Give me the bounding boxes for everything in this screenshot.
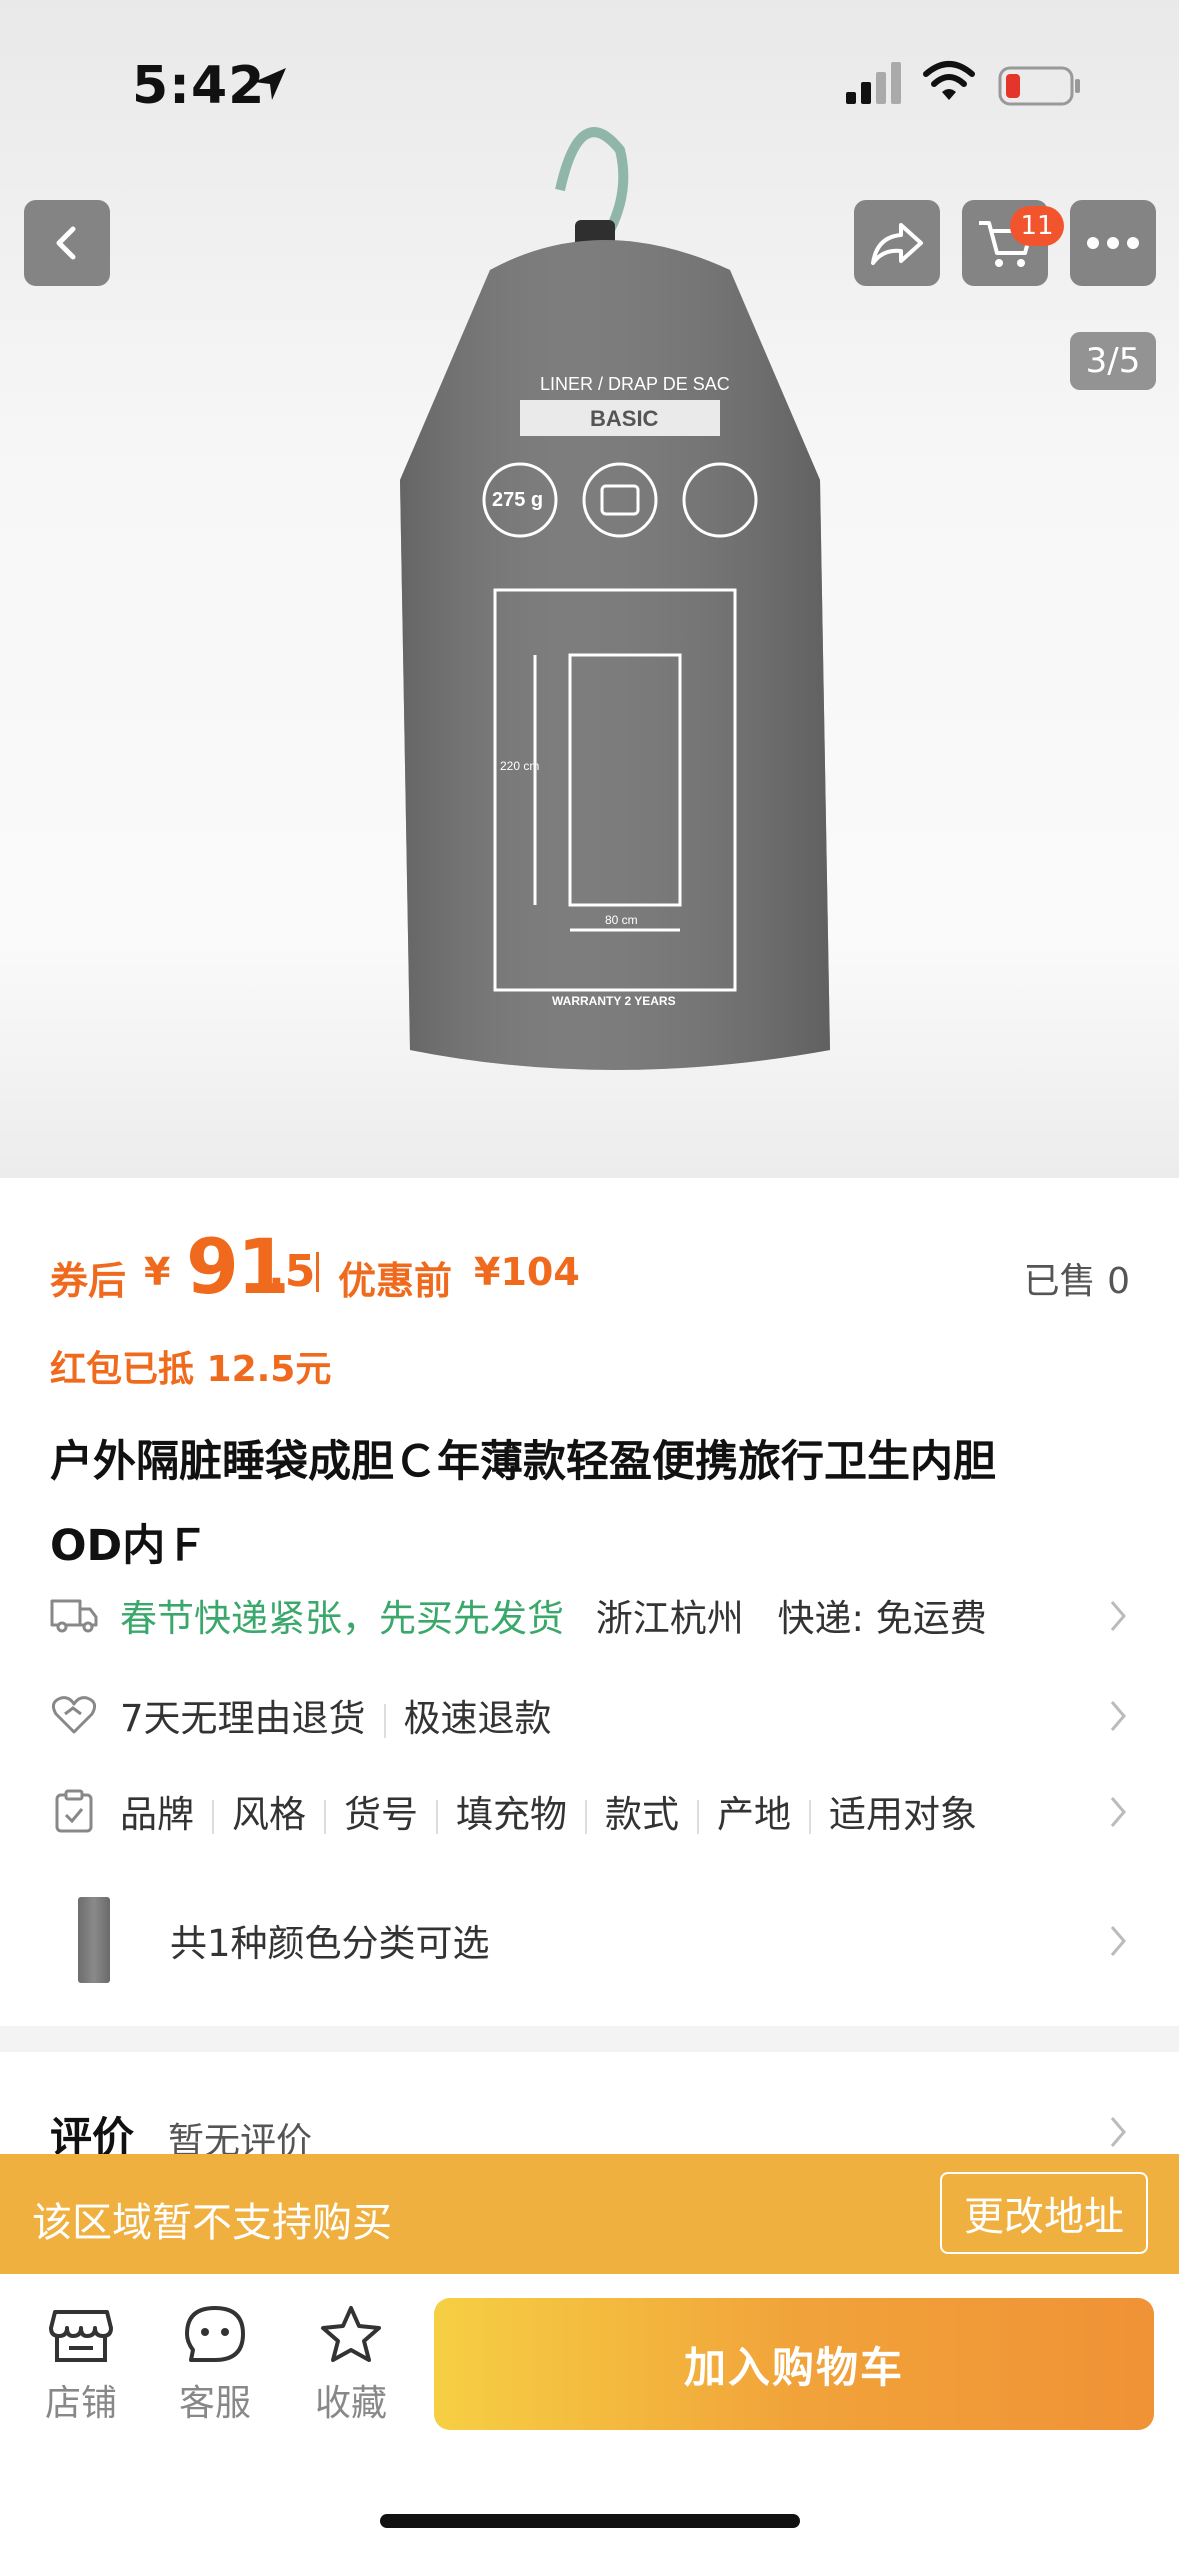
chevron-right-icon xyxy=(1110,2117,1126,2147)
sold-count: 已售 0 xyxy=(1023,1261,1130,1302)
svg-text:220 cm: 220 cm xyxy=(500,759,539,773)
store-label: 店铺 xyxy=(44,2383,117,2424)
review-row[interactable]: 评价 暂无评价 xyxy=(50,2100,1130,2162)
param-brand: 品牌 xyxy=(120,1793,194,1836)
heart-shield-icon xyxy=(50,1691,98,1739)
cell-signal-icon xyxy=(846,62,901,104)
variants-row[interactable]: 共1种颜色分类可选 xyxy=(50,1895,1130,1985)
status-bar: 5:42 xyxy=(0,0,1179,160)
product-image-gallery[interactable]: LINER / DRAP DE SAC BASIC 275 g 220 cm 8… xyxy=(0,0,1179,1178)
more-button[interactable] xyxy=(1070,200,1156,286)
param-origin: 产地 xyxy=(717,1793,791,1836)
favorite-tab[interactable]: 收藏 xyxy=(296,2304,406,2426)
params-row[interactable]: 品牌 风格 货号 填充物 款式 产地 适用对象 xyxy=(50,1776,1130,1846)
param-style: 风格 xyxy=(232,1793,306,1836)
divider xyxy=(383,1703,386,1738)
divider xyxy=(436,1799,438,1834)
chevron-right-icon xyxy=(1110,1926,1126,1956)
product-title-line-1: 户外隔脏睡袋成胆Ｃ年薄款轻盈便携旅行卫生内胆 xyxy=(50,1437,996,1487)
service-label: 客服 xyxy=(178,2383,251,2424)
add-to-cart-button[interactable]: 加入购物车 xyxy=(434,2298,1154,2430)
return-policy: 7天无理由退货 xyxy=(120,1697,366,1740)
divider xyxy=(212,1799,214,1834)
params-list: 品牌 风格 货号 填充物 款式 产地 适用对象 xyxy=(120,1784,977,1838)
product-title-line-2: OD内Ｆ xyxy=(50,1521,209,1571)
price-decimal: .5 xyxy=(268,1246,316,1297)
svg-text:80 cm: 80 cm xyxy=(605,913,638,927)
share-icon xyxy=(871,223,923,265)
service-row[interactable]: 7天无理由退货 极速退款 xyxy=(50,1680,1130,1750)
chat-face-icon xyxy=(185,2306,245,2362)
share-button[interactable] xyxy=(854,200,940,286)
price-row: 券后 ¥ 91 .5 优惠前 ¥104 已售 0 xyxy=(50,1222,1130,1322)
variants-text: 共1种颜色分类可选 xyxy=(170,1922,490,1965)
battery-icon xyxy=(998,66,1080,106)
shipping-fee: 快递: 免运费 xyxy=(777,1597,987,1640)
product-title: 户外隔脏睡袋成胆Ｃ年薄款轻盈便携旅行卫生内胆 OD内Ｆ xyxy=(50,1420,1110,1588)
change-address-button[interactable]: 更改地址 xyxy=(940,2172,1148,2254)
svg-text:WARRANTY 2 YEARS: WARRANTY 2 YEARS xyxy=(552,994,676,1008)
svg-text:BASIC: BASIC xyxy=(590,406,659,431)
location-arrow-icon xyxy=(254,68,286,100)
chevron-left-icon xyxy=(56,226,76,260)
divider xyxy=(324,1799,326,1834)
delivery-highlight: 春节快递紧张，先买先发货 xyxy=(120,1597,564,1640)
fast-refund: 极速退款 xyxy=(403,1697,552,1740)
store-tab[interactable]: 店铺 xyxy=(26,2304,136,2426)
price-divider xyxy=(316,1252,319,1292)
star-icon xyxy=(321,2306,381,2362)
after-coupon-label: 券后 xyxy=(50,1259,127,1303)
chevron-right-icon xyxy=(1110,1701,1126,1731)
delivery-row[interactable]: 春节快递紧张，先买先发货 浙江杭州 快递: 免运费 xyxy=(50,1580,1130,1650)
region-notice-bar: 该区域暂不支持购买 更改地址 xyxy=(0,2154,1179,2274)
store-icon xyxy=(49,2310,113,2362)
param-target: 适用对象 xyxy=(829,1793,977,1836)
variant-thumbnail xyxy=(78,1897,110,1983)
before-discount-price: ¥104 xyxy=(474,1250,580,1294)
customer-service-tab[interactable]: 客服 xyxy=(160,2304,270,2426)
product-image: LINER / DRAP DE SAC BASIC 275 g 220 cm 8… xyxy=(400,127,830,1070)
favorite-label: 收藏 xyxy=(314,2383,387,2424)
truck-icon xyxy=(50,1591,98,1639)
svg-text:275 g: 275 g xyxy=(492,489,543,511)
notice-text: 该区域暂不支持购买 xyxy=(32,2200,392,2246)
chevron-right-icon xyxy=(1110,1601,1126,1631)
home-indicator xyxy=(380,2514,800,2528)
status-time: 5:42 xyxy=(132,56,266,116)
wifi-icon xyxy=(923,61,975,100)
svg-text:LINER / DRAP DE SAC: LINER / DRAP DE SAC xyxy=(540,374,730,394)
divider xyxy=(697,1799,699,1834)
ship-from: 浙江杭州 xyxy=(595,1597,744,1640)
clipboard-icon xyxy=(50,1787,98,1835)
more-dots-icon xyxy=(1087,237,1139,249)
divider xyxy=(585,1799,587,1834)
image-page-indicator: 3/5 xyxy=(1070,332,1156,390)
divider xyxy=(809,1799,811,1834)
cart-count-badge: 11 xyxy=(1010,206,1064,246)
back-button[interactable] xyxy=(24,200,110,286)
price-currency: ¥ xyxy=(144,1250,171,1294)
chevron-right-icon xyxy=(1110,1797,1126,1827)
param-item-no: 货号 xyxy=(344,1793,418,1836)
param-design: 款式 xyxy=(605,1793,679,1836)
section-divider xyxy=(0,2026,1179,2052)
red-packet-discount: 红包已抵 12.5元 xyxy=(50,1349,332,1390)
before-discount-label: 优惠前 xyxy=(338,1259,453,1303)
param-filling: 填充物 xyxy=(456,1793,567,1836)
